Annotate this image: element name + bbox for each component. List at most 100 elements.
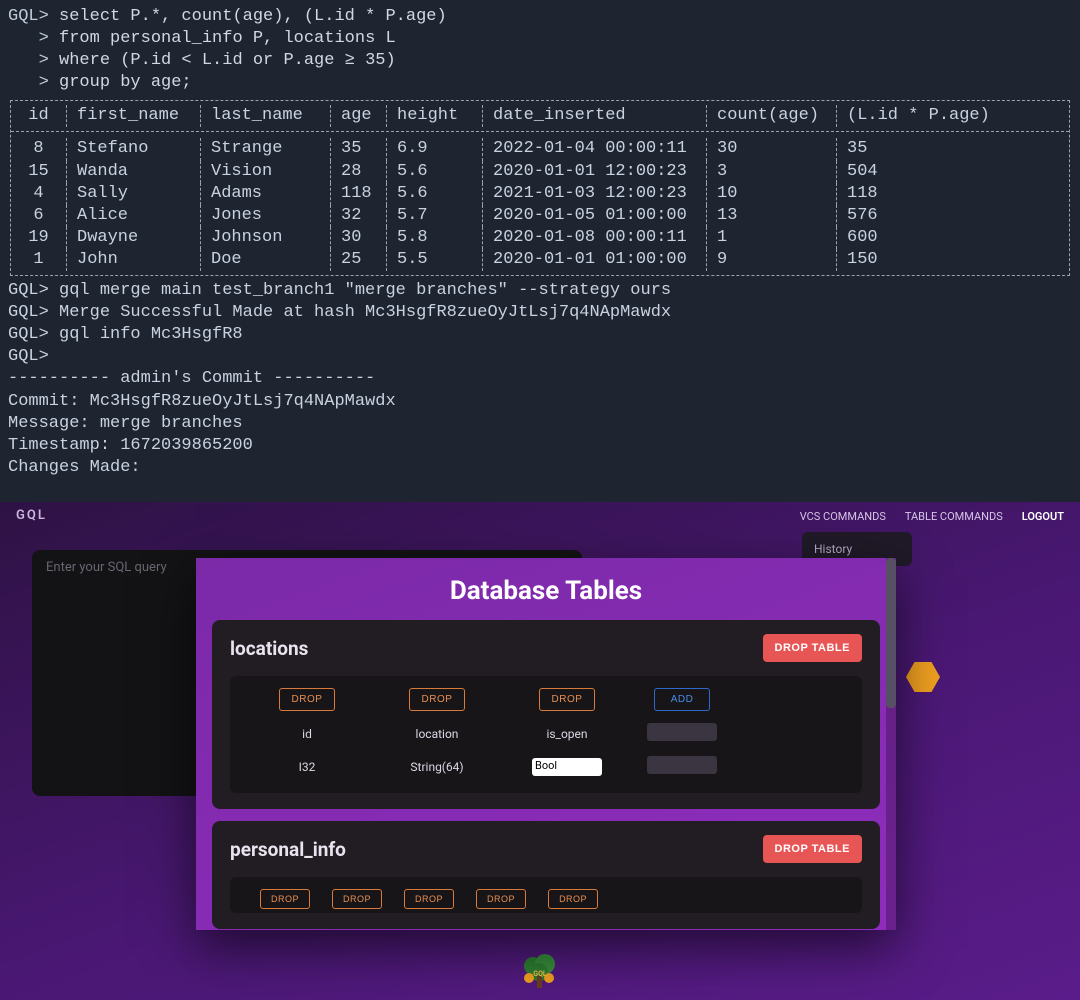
terminal-line: GQL> gql merge main test_branch1 "merge …	[8, 280, 1072, 302]
terminal-output: GQL> select P.*, count(age), (L.id * P.a…	[0, 0, 1080, 479]
cell: 1	[707, 227, 837, 249]
terminal-line: GQL>	[8, 346, 1072, 368]
cell: Adams	[201, 183, 331, 205]
app-brand: GQL	[16, 508, 47, 523]
sql-line: select P.*, count(age), (L.id * P.age)	[59, 6, 447, 28]
new-column-name-input[interactable]	[647, 723, 717, 741]
cell: 15	[11, 161, 67, 183]
add-column-button[interactable]: ADD	[654, 688, 711, 711]
top-nav: VCS COMMANDS TABLE COMMANDS LOGOUT	[784, 509, 1064, 523]
cell: 30	[707, 138, 837, 160]
column-type: I32	[242, 760, 372, 774]
database-tables-modal: Database Tables locations DROP TABLE DRO…	[196, 558, 896, 930]
cell: 118	[331, 183, 387, 205]
cell: Stefano	[67, 138, 201, 160]
cell: 35	[331, 138, 387, 160]
prompt-cont: >	[8, 28, 49, 50]
scrollbar-thumb[interactable]	[886, 558, 896, 708]
cell: 2020-01-01 12:00:23	[483, 161, 707, 183]
columns-panel: DROP DROP DROP ADD id location is_open I…	[230, 676, 862, 793]
drop-table-button[interactable]: DROP TABLE	[763, 835, 863, 863]
col-header: id	[11, 105, 67, 127]
cell: 9	[707, 249, 837, 271]
table-name: locations	[230, 637, 763, 660]
drop-column-button[interactable]: DROP	[332, 889, 382, 909]
topbar: GQL VCS COMMANDS TABLE COMMANDS LOGOUT	[0, 502, 1080, 529]
terminal-line: Changes Made:	[8, 457, 1072, 479]
new-column-type-input[interactable]	[647, 756, 717, 774]
query-placeholder: Enter your SQL query	[46, 560, 167, 575]
column-type-input[interactable]: Bool	[532, 758, 602, 776]
drop-column-button[interactable]: DROP	[279, 688, 336, 711]
cell: 8	[11, 138, 67, 160]
prompt-cont: >	[8, 72, 49, 94]
cell: 10	[707, 183, 837, 205]
table-row: 1JohnDoe255.52020-01-01 01:00:009150	[11, 249, 1069, 271]
nav-logout[interactable]: LOGOUT	[1022, 510, 1064, 523]
cell: 5.5	[387, 249, 483, 271]
cell: Doe	[201, 249, 331, 271]
table-name: personal_info	[230, 838, 763, 861]
cell: 2021-01-03 12:00:23	[483, 183, 707, 205]
col-header: last_name	[201, 105, 331, 127]
drop-column-button[interactable]: DROP	[409, 688, 466, 711]
cell: 28	[331, 161, 387, 183]
history-label: History	[814, 542, 852, 556]
terminal-line: Message: merge branches	[8, 413, 1072, 435]
app-window: GQL VCS COMMANDS TABLE COMMANDS LOGOUT E…	[0, 502, 1080, 1000]
tree-logo-icon: GQL	[517, 952, 563, 992]
table-card-personal-info: personal_info DROP TABLE DROP DROP DROP …	[212, 821, 880, 929]
table-row: 4SallyAdams1185.62021-01-03 12:00:231011…	[11, 183, 1069, 205]
table-row: 6AliceJones325.72020-01-05 01:00:0013576	[11, 205, 1069, 227]
cell: Wanda	[67, 161, 201, 183]
drop-column-button[interactable]: DROP	[404, 889, 454, 909]
cell: 2022-01-04 00:00:11	[483, 138, 707, 160]
terminal-line: GQL> Merge Successful Made at hash Mc3Hs…	[8, 302, 1072, 324]
column-name: location	[372, 727, 502, 741]
cell: 13	[707, 205, 837, 227]
cell: Jones	[201, 205, 331, 227]
cell: 25	[331, 249, 387, 271]
col-header: (L.id * P.age)	[837, 105, 1013, 127]
cell: 35	[837, 138, 1013, 160]
cell: 600	[837, 227, 1013, 249]
cell: 5.6	[387, 183, 483, 205]
drop-table-button[interactable]: DROP TABLE	[763, 634, 863, 662]
cell: 6	[11, 205, 67, 227]
drop-column-button[interactable]: DROP	[260, 889, 310, 909]
table-card-locations: locations DROP TABLE DROP DROP DROP ADD …	[212, 620, 880, 809]
cell: Strange	[201, 138, 331, 160]
table-row: 8StefanoStrange356.92022-01-04 00:00:113…	[11, 138, 1069, 160]
cell: Johnson	[201, 227, 331, 249]
modal-scrollbar[interactable]	[886, 558, 896, 930]
cell: 4	[11, 183, 67, 205]
cell: 19	[11, 227, 67, 249]
col-header: date_inserted	[483, 105, 707, 127]
terminal-line: Commit: Mc3HsgfR8zueOyJtLsj7q4NApMawdx	[8, 391, 1072, 413]
cell: 30	[331, 227, 387, 249]
cell: 2020-01-05 01:00:00	[483, 205, 707, 227]
cell: 3	[707, 161, 837, 183]
col-header: count(age)	[707, 105, 837, 127]
cell: Dwayne	[67, 227, 201, 249]
nav-vcs-commands[interactable]: VCS COMMANDS	[800, 510, 886, 523]
col-header: height	[387, 105, 483, 127]
col-header: age	[331, 105, 387, 127]
cell: 5.8	[387, 227, 483, 249]
cell: 504	[837, 161, 1013, 183]
drop-column-button[interactable]: DROP	[476, 889, 526, 909]
nav-table-commands[interactable]: TABLE COMMANDS	[905, 510, 1003, 523]
drop-column-button[interactable]: DROP	[539, 688, 596, 711]
drop-column-button[interactable]: DROP	[548, 889, 598, 909]
cell: 6.9	[387, 138, 483, 160]
sql-line: group by age;	[59, 72, 192, 94]
cell: 32	[331, 205, 387, 227]
cell: 150	[837, 249, 1013, 271]
terminal-line: Timestamp: 1672039865200	[8, 435, 1072, 457]
cell: 5.7	[387, 205, 483, 227]
columns-panel: DROP DROP DROP DROP DROP	[230, 877, 862, 913]
cell: 118	[837, 183, 1013, 205]
cell: 5.6	[387, 161, 483, 183]
cell: 576	[837, 205, 1013, 227]
column-name: is_open	[502, 727, 632, 741]
